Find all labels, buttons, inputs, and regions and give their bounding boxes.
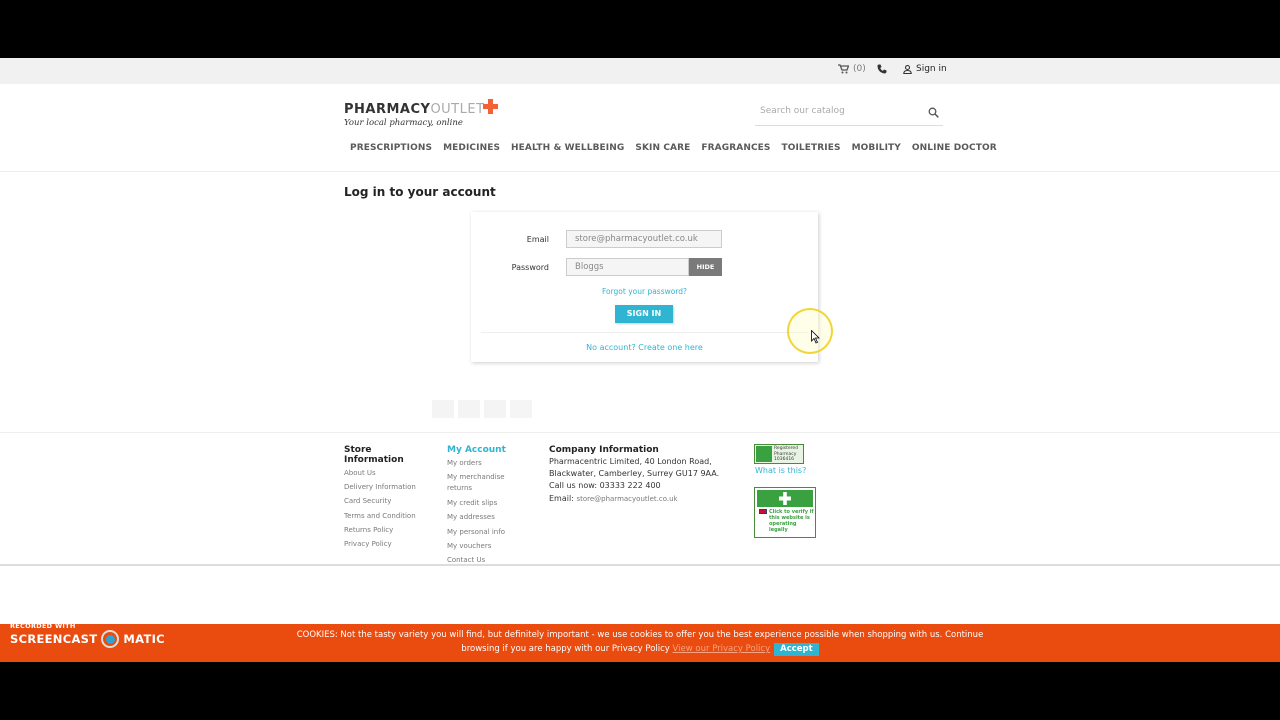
nav-medicines[interactable]: MEDICINES: [443, 143, 500, 153]
footer-link-terms[interactable]: Terms and Condition: [344, 509, 424, 523]
search-bar[interactable]: Search our catalog: [755, 104, 943, 126]
main-nav: PRESCRIPTIONS MEDICINES HEALTH & WELLBEI…: [350, 143, 997, 153]
accept-cookies-button[interactable]: Accept: [774, 643, 819, 656]
footer: Store Information About Us Delivery Info…: [0, 432, 1280, 566]
page-title: Log in to your account: [344, 185, 496, 199]
create-account-link[interactable]: No account? Create one here: [471, 343, 818, 352]
signin-button[interactable]: SIGN IN: [615, 305, 673, 323]
facebook-icon[interactable]: [432, 400, 454, 418]
cart-link[interactable]: (0): [838, 64, 866, 74]
hide-password-button[interactable]: HIDE: [689, 258, 722, 276]
footer-link-merch-returns[interactable]: My merchandise returns: [447, 472, 517, 494]
cookie-text-1: COOKIES: Not the tasty variety you will …: [296, 630, 984, 640]
footer-link-returns[interactable]: Returns Policy: [344, 523, 424, 537]
pharmacy-cross-icon: [756, 446, 772, 462]
page: (0) Sign in PHARMACYOUTLET Your local ph…: [0, 58, 1280, 662]
footer-link-delivery[interactable]: Delivery Information: [344, 480, 424, 494]
verify-text: Click to verify if this website is opera…: [769, 509, 814, 533]
registered-pharmacy-badge[interactable]: Registered Pharmacy 1036416: [754, 444, 804, 464]
mouse-pointer-icon: [811, 330, 820, 344]
phone-link[interactable]: [877, 64, 887, 74]
logo-brand-thin: OUTLET: [430, 102, 485, 117]
social-links: [432, 400, 532, 418]
cart-count: (0): [853, 64, 866, 74]
footer-store-title: Store Information: [344, 445, 404, 465]
forgot-password-link[interactable]: Forgot your password?: [471, 287, 818, 296]
verify-pharmacy-badge[interactable]: Click to verify if this website is opera…: [754, 487, 816, 538]
recorded-with-label: RECORDED WITH: [10, 622, 76, 630]
user-icon: [903, 64, 912, 74]
cookie-banner: COOKIES: Not the tasty variety you will …: [0, 624, 1280, 662]
company-phone: Call us now: 03333 222 400: [549, 481, 661, 490]
privacy-policy-link[interactable]: View our Privacy Policy: [673, 644, 771, 654]
matic-word: MATIC: [123, 632, 165, 646]
footer-link-vouchers[interactable]: My vouchers: [447, 539, 527, 553]
youtube-icon[interactable]: [510, 400, 532, 418]
footer-link-privacy[interactable]: Privacy Policy: [344, 537, 424, 551]
nav-mobility[interactable]: MOBILITY: [852, 143, 901, 153]
footer-link-contact[interactable]: Contact Us: [447, 553, 527, 567]
nav-skin-care[interactable]: SKIN CARE: [635, 143, 690, 153]
company-address-line-2: Blackwater, Camberley, Surrey GU17 9AA.: [549, 468, 720, 478]
logo-tagline: Your local pharmacy, online: [344, 118, 463, 128]
nav-toiletries[interactable]: TOILETRIES: [781, 143, 840, 153]
password-label: Password: [511, 263, 549, 272]
cart-icon: [838, 64, 849, 74]
footer-account-title[interactable]: My Account: [447, 445, 527, 455]
email-label: Email: [526, 235, 549, 244]
search-input[interactable]: Search our catalog: [760, 106, 845, 116]
record-icon: [101, 630, 120, 648]
top-bar: (0) Sign in: [0, 58, 1280, 84]
header: PHARMACYOUTLET Your local pharmacy, onli…: [0, 84, 1280, 172]
footer-store-info: Store Information About Us Delivery Info…: [344, 445, 424, 551]
cookie-text-2: browsing if you are happy with our Priva…: [461, 644, 670, 654]
nav-prescriptions[interactable]: PRESCRIPTIONS: [350, 143, 432, 153]
company-email-link[interactable]: store@pharmacyoutlet.co.uk: [576, 495, 677, 503]
registered-pharmacy-text-3: 1036416: [774, 457, 795, 462]
registered-pharmacy-text: Registered Pharmacy 1036416: [774, 446, 798, 463]
divider: [481, 332, 808, 333]
login-form: Email store@pharmacyoutlet.co.uk Passwor…: [471, 212, 818, 362]
email-field[interactable]: store@pharmacyoutlet.co.uk: [566, 230, 722, 248]
company-email-label: Email:: [549, 493, 574, 503]
screencast-watermark: RECORDED WITH SCREENCAST MATIC: [10, 622, 165, 648]
instagram-icon[interactable]: [484, 400, 506, 418]
footer-link-personal-info[interactable]: My personal info: [447, 525, 527, 539]
company-address-line-1: Pharmacentric Limited, 40 London Road,: [549, 457, 712, 466]
signin-label: Sign in: [916, 64, 947, 74]
what-is-this-link[interactable]: What is this?: [755, 466, 806, 475]
footer-company-title: Company Information: [549, 445, 659, 455]
logo-brand-main: PHARMACY: [344, 102, 431, 117]
cookie-text-row-2: browsing if you are happy with our Priva…: [0, 642, 1280, 656]
uk-flag-icon: [759, 509, 767, 514]
footer-link-orders[interactable]: My orders: [447, 456, 527, 470]
screencast-logo: SCREENCAST MATIC: [10, 630, 165, 648]
footer-link-card-security[interactable]: Card Security: [344, 494, 424, 508]
eu-pharmacy-logo-icon: [757, 490, 813, 507]
screencast-word: SCREENCAST: [10, 632, 98, 646]
nav-online-doctor[interactable]: ONLINE DOCTOR: [912, 143, 997, 153]
logo-cross-icon: [483, 99, 498, 114]
company-email-row: Email: store@pharmacyoutlet.co.uk: [549, 493, 739, 506]
footer-company-info: Company Information Pharmacentric Limite…: [549, 445, 739, 505]
footer-link-addresses[interactable]: My addresses: [447, 510, 527, 524]
footer-link-credit-slips[interactable]: My credit slips: [447, 496, 527, 510]
registered-pharmacy-text-1: Registered: [774, 446, 799, 451]
footer-link-about[interactable]: About Us: [344, 466, 424, 480]
password-field[interactable]: Bloggs: [566, 258, 689, 276]
nav-health-wellbeing[interactable]: HEALTH & WELLBEING: [511, 143, 624, 153]
signin-link[interactable]: Sign in: [903, 64, 947, 74]
search-icon[interactable]: [928, 107, 939, 118]
footer-my-account: My Account My orders My merchandise retu…: [447, 445, 527, 567]
logo[interactable]: PHARMACYOUTLET Your local pharmacy, onli…: [344, 99, 514, 138]
twitter-icon[interactable]: [458, 400, 480, 418]
phone-icon: [877, 64, 887, 74]
cursor-highlight: [787, 308, 833, 354]
nav-fragrances[interactable]: FRAGRANCES: [701, 143, 770, 153]
